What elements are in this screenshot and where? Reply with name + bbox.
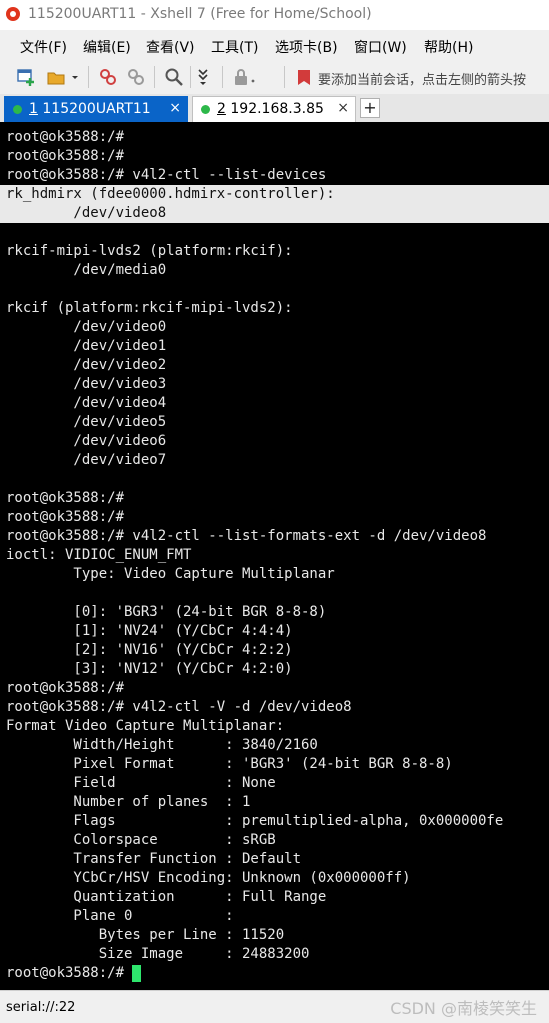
terminal-cursor xyxy=(132,965,142,982)
status-bar: serial://:22 CSDN @南棱笑笑生 xyxy=(0,990,549,1023)
terminal-line: /dev/video1 xyxy=(6,338,167,354)
terminal-line: Type: Video Capture Multiplanar xyxy=(6,566,335,582)
terminal-line: /dev/video0 xyxy=(6,319,167,335)
terminal-line: Number of planes : 1 xyxy=(6,794,251,810)
terminal-output[interactable]: root@ok3588:/# root@ok3588:/# root@ok3588:… xyxy=(0,122,549,990)
terminal-line: [2]: 'NV16' (Y/CbCr 4:2:2) xyxy=(6,642,293,658)
terminal-line: Size Image : 24883200 xyxy=(6,946,310,962)
terminal-line: root@ok3588:/# xyxy=(6,680,125,696)
menu-view[interactable]: 查看(V) xyxy=(146,37,195,57)
toolbar-divider xyxy=(222,66,223,88)
toolbar-divider xyxy=(190,66,191,88)
menu-tools[interactable]: 工具(T) xyxy=(211,37,258,57)
chevron-down-icon[interactable] xyxy=(70,67,80,87)
add-session-hint: 要添加当前会话，点击左侧的箭头按 xyxy=(318,73,527,88)
lock-icon[interactable] xyxy=(232,67,258,87)
terminal-line: rkcif-mipi-lvds2 (platform:rkcif): xyxy=(6,243,293,259)
disconnect-icon[interactable] xyxy=(98,67,118,87)
terminal-line: root@ok3588:/# xyxy=(6,509,125,525)
toolbar-divider xyxy=(88,66,89,88)
menu-edit[interactable]: 编辑(E) xyxy=(83,37,131,57)
terminal-line: [3]: 'NV12' (Y/CbCr 4:2:0) xyxy=(6,661,293,677)
terminal-line: Colorspace : sRGB xyxy=(6,832,276,848)
terminal-line: [0]: 'BGR3' (24-bit BGR 8-8-8) xyxy=(6,604,327,620)
terminal-line: /dev/video5 xyxy=(6,414,167,430)
terminal-line: Quantization : Full Range xyxy=(6,889,327,905)
title-bar: 115200UART11 - Xshell 7 (Free for Home/S… xyxy=(0,0,549,30)
watermark: CSDN @南棱笑笑生 xyxy=(390,999,537,1018)
terminal-line: /dev/video7 xyxy=(6,452,167,468)
search-icon[interactable] xyxy=(164,67,184,87)
menu-window[interactable]: 窗口(W) xyxy=(354,37,407,57)
menu-help[interactable]: 帮助(H) xyxy=(424,37,473,57)
window-title: 115200UART11 - Xshell 7 (Free for Home/S… xyxy=(28,6,372,22)
menu-bar: 文件(F) 编辑(E) 查看(V) 工具(T) 选项卡(B) 窗口(W) 帮助(… xyxy=(0,30,549,60)
terminal-line: root@ok3588:/# xyxy=(6,490,125,506)
toolbar-divider xyxy=(284,66,285,88)
terminal-line: Width/Height : 3840/2160 xyxy=(6,737,318,753)
open-folder-icon[interactable] xyxy=(46,67,66,87)
terminal-line: Transfer Function : Default xyxy=(6,851,302,867)
toolbar-divider xyxy=(154,66,155,88)
menu-file[interactable]: 文件(F) xyxy=(20,37,67,57)
terminal-line: [1]: 'NV24' (Y/CbCr 4:4:4) xyxy=(6,623,293,639)
terminal-line: /dev/video4 xyxy=(6,395,167,411)
terminal-line: /dev/video8 xyxy=(6,205,167,221)
close-icon[interactable]: × xyxy=(337,100,349,116)
tab-label: 2 192.168.3.85 xyxy=(217,101,324,117)
terminal-line: /dev/video6 xyxy=(6,433,167,449)
terminal-line: root@ok3588:/# v4l2-ctl --list-formats-e… xyxy=(6,528,487,544)
terminal-line: root@ok3588:/# xyxy=(6,129,125,145)
terminal-line: root@ok3588:/# v4l2-ctl -V -d /dev/video… xyxy=(6,699,352,715)
tab-label: 1 115200UART11 xyxy=(29,101,151,117)
add-tab-button[interactable]: + xyxy=(360,98,380,118)
terminal-line: rk_hdmirx (fdee0000.hdmirx-controller): xyxy=(6,186,335,202)
terminal-line: root@ok3588:/# xyxy=(6,965,133,981)
menu-tabs[interactable]: 选项卡(B) xyxy=(275,37,338,57)
toolbar: 要添加当前会话，点击左侧的箭头按 xyxy=(0,60,549,95)
terminal-line: Format Video Capture Multiplanar: xyxy=(6,718,285,734)
close-icon[interactable]: × xyxy=(169,100,181,116)
terminal-line: Plane 0 : xyxy=(6,908,234,924)
terminal-line: Flags : premultiplied-alpha, 0x000000fe xyxy=(6,813,504,829)
more-options-icon[interactable] xyxy=(196,67,210,87)
terminal-line: Pixel Format : 'BGR3' (24-bit BGR 8-8-8) xyxy=(6,756,453,772)
terminal-line: /dev/video3 xyxy=(6,376,167,392)
bookmark-icon[interactable] xyxy=(294,67,314,87)
terminal-line: YCbCr/HSV Encoding: Unknown (0x000000ff) xyxy=(6,870,411,886)
terminal-line: /dev/media0 xyxy=(6,262,167,278)
new-session-icon[interactable] xyxy=(16,67,36,87)
tab-session-1[interactable]: 1 115200UART11 × xyxy=(4,96,188,122)
terminal-line: Field : None xyxy=(6,775,276,791)
connected-status-icon xyxy=(201,105,210,114)
connected-status-icon xyxy=(13,105,22,114)
terminal-line: rkcif (platform:rkcif-mipi-lvds2): xyxy=(6,300,293,316)
terminal-line: ioctl: VIDIOC_ENUM_FMT xyxy=(6,547,192,563)
tab-session-2[interactable]: 2 192.168.3.85 × xyxy=(192,96,356,122)
xshell-app-icon[interactable] xyxy=(6,7,20,21)
terminal-line: /dev/video2 xyxy=(6,357,167,373)
terminal-line: root@ok3588:/# xyxy=(6,148,125,164)
terminal-line: Bytes per Line : 11520 xyxy=(6,927,285,943)
terminal-line: root@ok3588:/# v4l2-ctl --list-devices xyxy=(6,167,327,183)
connection-status: serial://:22 xyxy=(6,1000,76,1015)
reconnect-icon[interactable] xyxy=(126,67,146,87)
session-tab-bar: 1 115200UART11 × 2 192.168.3.85 × + xyxy=(0,94,549,122)
